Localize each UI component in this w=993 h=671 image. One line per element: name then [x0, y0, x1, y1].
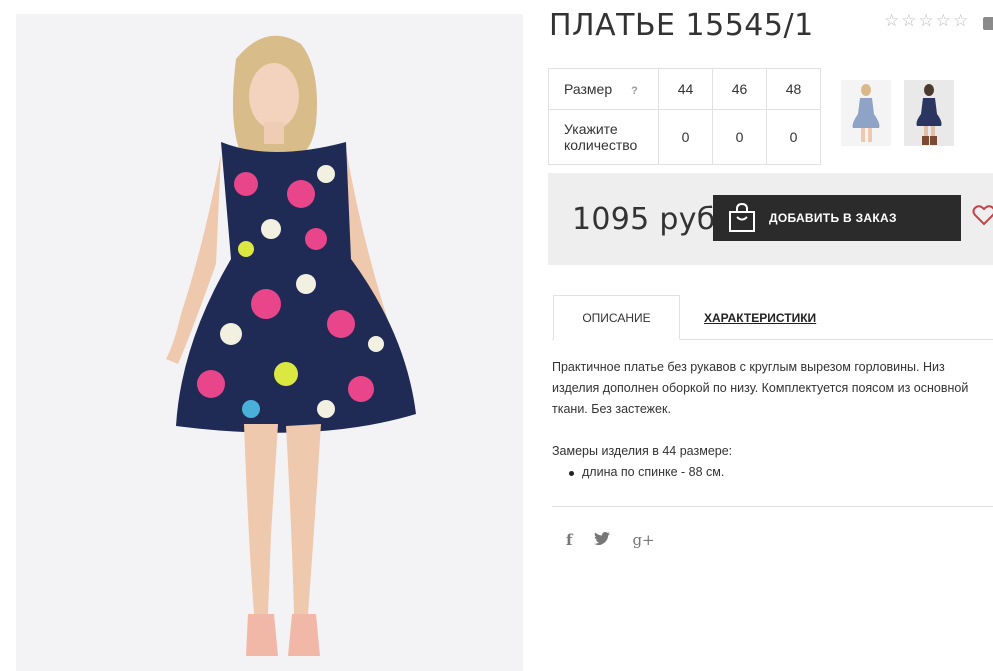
heart-icon[interactable] [972, 203, 993, 227]
size-option-46: 46 [712, 68, 767, 110]
product-main-image[interactable] [16, 14, 523, 671]
facebook-icon[interactable]: f [566, 531, 572, 549]
shopping-bag-icon [727, 203, 757, 233]
measurements-block: Замеры изделия в 44 размере: длина по сп… [552, 441, 732, 483]
size-quantity-table: Размер? 44 46 48 Укажите количество 0 0 … [548, 68, 821, 165]
comment-icon[interactable] [983, 17, 993, 30]
quantity-label: Укажите количество [548, 109, 659, 165]
star-icon[interactable]: ☆ [953, 12, 968, 29]
star-icon[interactable]: ☆ [919, 12, 934, 29]
quantity-input-48[interactable]: 0 [766, 109, 821, 165]
size-label: Размер [564, 81, 613, 97]
description-line: изделия дополнен оборкой по низу. Компле… [552, 381, 969, 395]
size-option-48: 48 [766, 68, 821, 110]
google-plus-icon[interactable]: g+ [632, 531, 654, 549]
price-panel: 1095 руб ДОБАВИТЬ В ЗАКАЗ [548, 173, 993, 265]
tab-specifications[interactable]: ХАРАКТЕРИСТИКИ [704, 311, 816, 325]
quantity-input-44[interactable]: 0 [658, 109, 713, 165]
twitter-icon[interactable] [594, 531, 611, 549]
measurements-title: Замеры изделия в 44 размере: [552, 444, 733, 458]
size-option-44: 44 [658, 68, 713, 110]
tab-description[interactable]: ОПИСАНИЕ [553, 295, 680, 340]
product-thumbnail[interactable] [904, 80, 954, 146]
content-divider [552, 506, 993, 507]
size-help-icon[interactable]: ? [631, 85, 638, 97]
product-thumbnail[interactable] [841, 80, 891, 146]
description-line: ткани. Без застежек. [552, 402, 671, 416]
star-icon[interactable]: ☆ [884, 12, 899, 29]
rating-stars[interactable]: ☆ ☆ ☆ ☆ ☆ [884, 12, 968, 29]
star-icon[interactable]: ☆ [901, 12, 916, 29]
quantity-input-46[interactable]: 0 [712, 109, 767, 165]
star-icon[interactable]: ☆ [936, 12, 951, 29]
thumbnail-image [904, 80, 954, 146]
social-share: f g+ [566, 531, 655, 549]
model-in-dress-photo [16, 14, 523, 671]
product-description: Практичное платье без рукавов с круглым … [552, 357, 993, 420]
thumbnail-image [841, 80, 891, 146]
size-label-cell: Размер? [548, 68, 659, 110]
product-title: ПЛАТЬЕ 15545/1 [549, 8, 814, 43]
product-price: 1095 руб [572, 202, 716, 237]
add-to-order-label: ДОБАВИТЬ В ЗАКАЗ [769, 211, 897, 225]
description-line: Практичное платье без рукавов с круглым … [552, 360, 945, 374]
add-to-order-button[interactable]: ДОБАВИТЬ В ЗАКАЗ [713, 195, 961, 241]
measurements-list: длина по спинке - 88 см. [569, 462, 732, 483]
measurement-item: длина по спинке - 88 см. [569, 462, 732, 483]
